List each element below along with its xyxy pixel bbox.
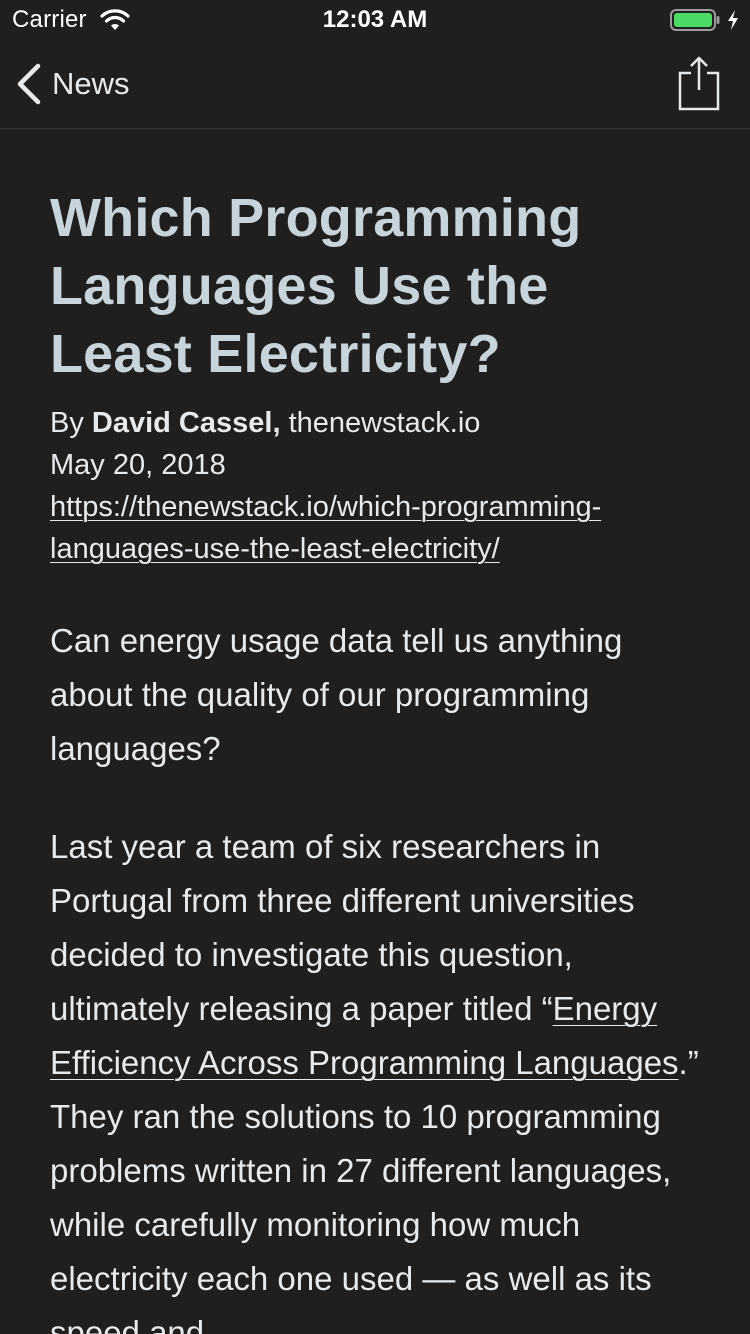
status-bar: Carrier 12:03 AM xyxy=(0,0,750,40)
battery-charging-icon xyxy=(670,9,720,31)
charging-bolt-icon xyxy=(728,10,738,30)
paragraph-1: Can energy usage data tell us anything a… xyxy=(50,622,623,767)
article: Which Programming Languages Use the Leas… xyxy=(50,184,700,1334)
navigation-bar: News xyxy=(0,40,750,129)
article-meta: By David Cassel, thenewstack.io May 20, … xyxy=(50,402,700,570)
byline-prefix: By xyxy=(50,407,92,439)
article-url-container: https://thenewstack.io/which-programming… xyxy=(50,486,700,570)
share-icon[interactable] xyxy=(676,56,722,112)
paragraph-2-text-end: .” They ran the solutions to 10 programm… xyxy=(50,1044,699,1334)
status-time: 12:03 AM xyxy=(322,6,428,33)
back-button-label: News xyxy=(52,66,130,101)
paragraph-2-text-start: Last year a team of six researchers in P… xyxy=(50,828,635,1027)
article-url-link[interactable]: https://thenewstack.io/which-programming… xyxy=(50,491,601,565)
publish-date: May 20, 2018 xyxy=(50,449,226,481)
chevron-left-icon xyxy=(17,63,41,105)
paragraph-2: Last year a team of six researchers in P… xyxy=(50,820,700,1334)
source-name: thenewstack.io xyxy=(280,407,481,439)
byline: By David Cassel, thenewstack.io xyxy=(50,402,700,444)
author-name: David Cassel, xyxy=(91,407,281,439)
article-title: Which Programming Languages Use the Leas… xyxy=(50,188,582,384)
back-button[interactable]: News xyxy=(14,62,130,106)
